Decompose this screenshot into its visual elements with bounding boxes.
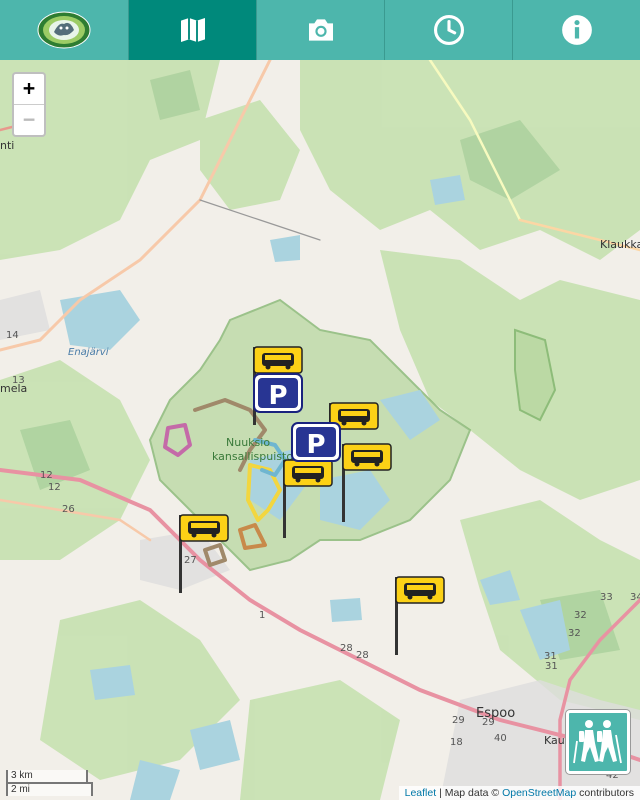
road-number-label: 40: [494, 733, 507, 744]
zoom-control: + −: [12, 72, 46, 137]
nav-camera-tab[interactable]: [256, 0, 384, 60]
top-nav: [0, 0, 640, 60]
parking-letter: P: [306, 430, 325, 460]
road-number-label: 1: [259, 610, 265, 621]
road-number-label: 18: [450, 737, 463, 748]
map-attribution: Leaflet | Map data © OpenStreetMap contr…: [398, 786, 640, 800]
road-number-label: 29: [482, 717, 495, 728]
leaflet-link[interactable]: Leaflet: [405, 787, 437, 799]
road-number-label: 14: [6, 330, 19, 341]
nav-map-tab[interactable]: [128, 0, 256, 60]
park-logo-icon: [37, 11, 91, 49]
road-number-label: 12: [40, 470, 53, 481]
zoom-in-button[interactable]: +: [14, 74, 44, 104]
lake-label: Enajärvi: [68, 347, 109, 358]
info-icon: [561, 15, 592, 45]
road-number-label: 29: [452, 715, 465, 726]
town-label-topleft: nti: [0, 139, 14, 152]
zoom-out-button[interactable]: −: [14, 104, 44, 135]
clock-icon: [433, 14, 464, 46]
map-icon: [180, 18, 205, 42]
road-number-label: 32: [574, 610, 587, 621]
park-label-line1: Nuuksio: [226, 436, 270, 449]
attribution-suffix: contributors: [576, 787, 634, 799]
camera-icon: [308, 19, 333, 41]
road-number-label: 34: [630, 592, 640, 603]
map-canvas[interactable]: Nuuksio kansallispuisto Enajärvi mela nt…: [0, 60, 640, 800]
road-number-label: 13: [12, 375, 25, 386]
parking-letter: P: [268, 381, 287, 411]
road-number-label: 28: [356, 650, 369, 661]
parking-icon[interactable]: P: [253, 373, 303, 413]
road-number-label: 33: [600, 592, 613, 603]
nav-info-tab[interactable]: [512, 0, 640, 60]
osm-link[interactable]: OpenStreetMap: [502, 787, 576, 799]
hikers-icon: [573, 720, 622, 764]
road-number-label: 26: [62, 504, 75, 515]
scale-imperial: 2 mi: [6, 782, 93, 796]
road-number-label: 31: [545, 661, 558, 672]
road-number-label: 27: [184, 555, 197, 566]
road-number-label: 32: [568, 628, 581, 639]
park-label-line2: kansallispuisto: [212, 450, 293, 463]
road-number-label: 12: [48, 482, 61, 493]
hiking-trails-button[interactable]: [566, 710, 630, 774]
town-label-klaukkala: Klaukkala: [600, 238, 640, 251]
attribution-separator: | Map data ©: [436, 787, 503, 799]
road-number-label: 28: [340, 643, 353, 654]
scale-bar: 3 km 2 mi: [6, 770, 93, 796]
parking-icon[interactable]: P: [291, 422, 341, 462]
map-tiles: Nuuksio kansallispuisto Enajärvi mela nt…: [0, 60, 640, 800]
nav-history-tab[interactable]: [384, 0, 512, 60]
nav-logo[interactable]: [0, 0, 128, 60]
